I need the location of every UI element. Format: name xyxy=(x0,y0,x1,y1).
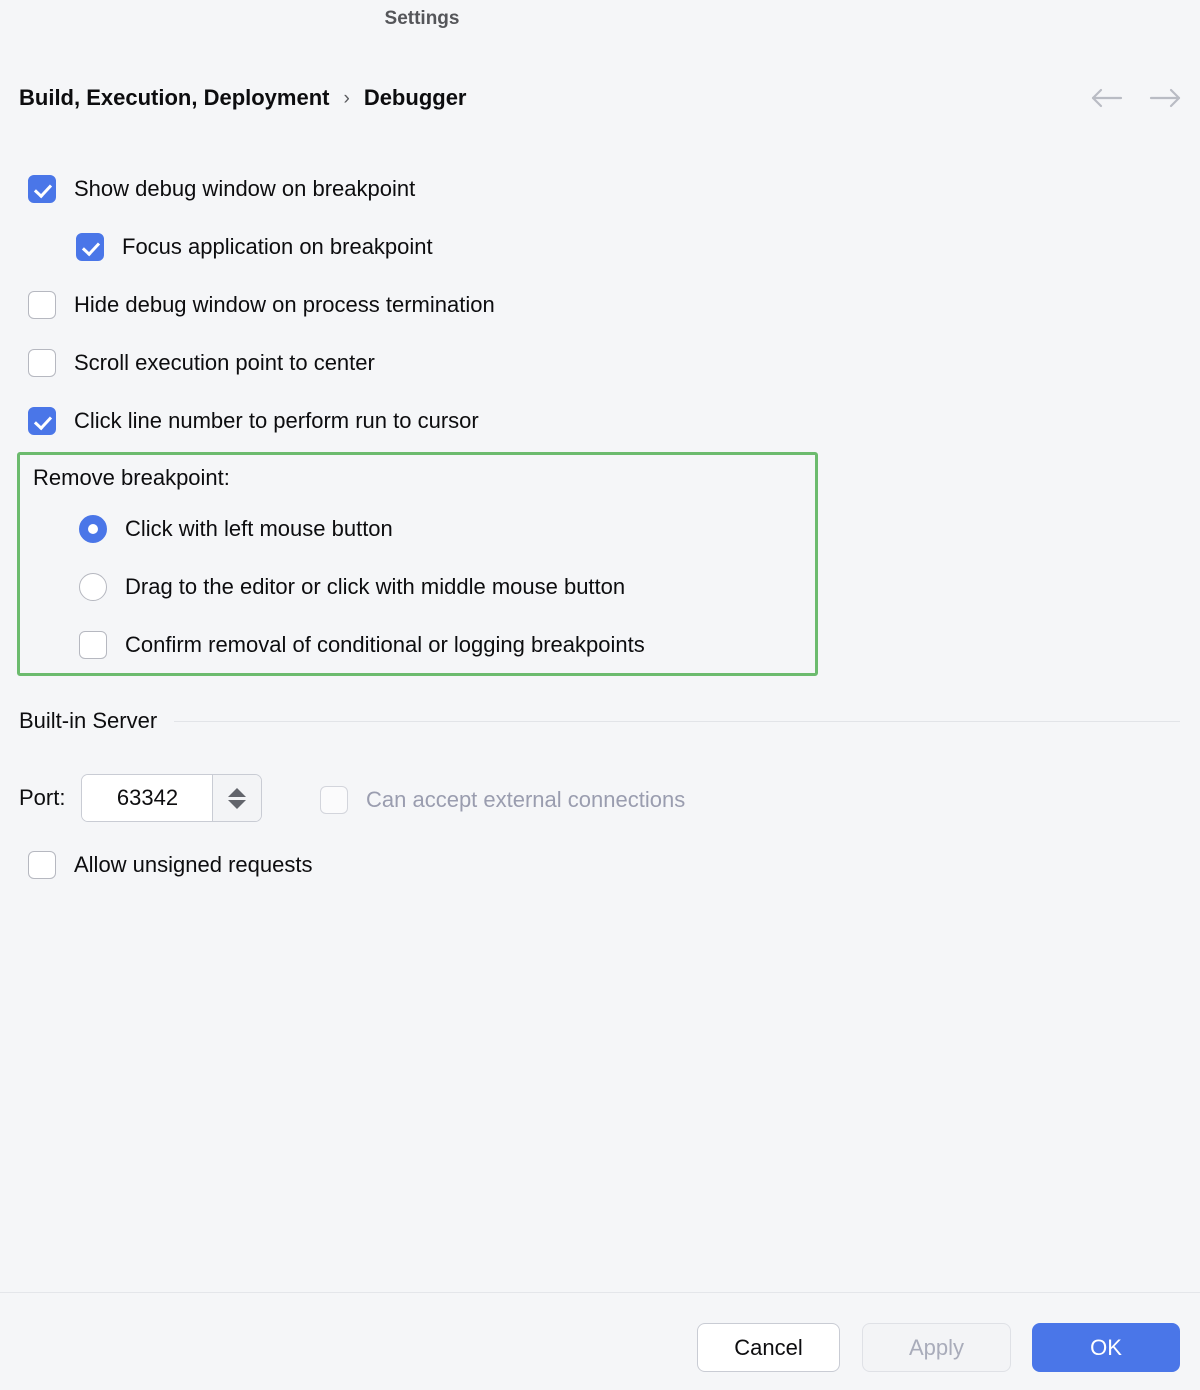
radio-row-drag-or-middle-button[interactable]: Drag to the editor or click with middle … xyxy=(79,573,625,601)
radio-left-mouse-button[interactable] xyxy=(79,515,107,543)
external-connections-row: Can accept external connections xyxy=(320,786,685,814)
port-input[interactable]: 63342 xyxy=(82,775,213,821)
port-stepper-buttons[interactable] xyxy=(212,775,262,821)
apply-button[interactable]: Apply xyxy=(862,1323,1011,1372)
breadcrumb-separator-icon: › xyxy=(343,88,350,109)
option-row-show-debug-window[interactable]: Show debug window on breakpoint xyxy=(0,160,1200,218)
option-row-scroll-execution-point[interactable]: Scroll execution point to center xyxy=(0,334,1200,392)
radio-drag-or-middle-button[interactable] xyxy=(79,573,107,601)
dialog-footer: Cancel Apply OK xyxy=(0,1293,1200,1390)
checkbox-focus-application[interactable] xyxy=(76,233,104,261)
option-row-click-line-number[interactable]: Click line number to perform run to curs… xyxy=(0,392,1200,450)
breadcrumb-root[interactable]: Build, Execution, Deployment xyxy=(19,85,329,111)
triangle-up-icon[interactable] xyxy=(228,787,247,797)
breadcrumb-row: Build, Execution, Deployment › Debugger xyxy=(0,78,1200,118)
option-row-focus-application[interactable]: Focus application on breakpoint xyxy=(0,218,1200,276)
option-label-focus-application: Focus application on breakpoint xyxy=(122,234,433,259)
checkbox-can-accept-external-connections xyxy=(320,786,348,814)
checkbox-row-confirm-removal[interactable]: Confirm removal of conditional or loggin… xyxy=(79,631,645,659)
allow-unsigned-requests-row[interactable]: Allow unsigned requests xyxy=(28,851,312,879)
builtin-server-header: Built-in Server xyxy=(0,708,1200,734)
debugger-options-list: Show debug window on breakpoint Focus ap… xyxy=(0,160,1200,450)
triangle-down-icon[interactable] xyxy=(228,799,247,809)
builtin-server-title: Built-in Server xyxy=(19,708,158,733)
arrow-left-icon[interactable] xyxy=(1090,85,1124,111)
port-stepper[interactable]: 63342 xyxy=(81,774,263,822)
cancel-button[interactable]: Cancel xyxy=(697,1323,840,1372)
checkbox-show-debug-window[interactable] xyxy=(28,175,56,203)
breadcrumb-leaf: Debugger xyxy=(363,85,467,110)
port-row: Port: 63342 xyxy=(19,774,263,822)
dialog-titlebar: Settings xyxy=(0,0,1200,44)
checkbox-label-confirm-removal: Confirm removal of conditional or loggin… xyxy=(125,632,645,657)
section-divider xyxy=(174,720,1180,722)
label-can-accept-external-connections: Can accept external connections xyxy=(366,787,686,812)
label-allow-unsigned-requests: Allow unsigned requests xyxy=(74,852,313,877)
checkbox-click-line-number[interactable] xyxy=(28,407,56,435)
port-label: Port: xyxy=(19,785,66,810)
ok-button[interactable]: OK xyxy=(1032,1323,1180,1372)
option-label-click-line-number: Click line number to perform run to curs… xyxy=(74,408,479,433)
radio-row-left-mouse-button[interactable]: Click with left mouse button xyxy=(79,515,393,543)
radio-label-left-mouse-button: Click with left mouse button xyxy=(125,516,393,541)
option-label-show-debug-window: Show debug window on breakpoint xyxy=(74,176,416,201)
remove-breakpoint-caption: Remove breakpoint: xyxy=(33,465,230,490)
arrow-right-icon[interactable] xyxy=(1148,85,1182,111)
option-row-hide-debug-window[interactable]: Hide debug window on process termination xyxy=(0,276,1200,334)
option-label-hide-debug-window: Hide debug window on process termination xyxy=(74,292,495,317)
builtin-server-section: Built-in Server Port: 63342 Can accept e… xyxy=(0,708,1200,879)
checkbox-hide-debug-window[interactable] xyxy=(28,291,56,319)
navigation-arrows xyxy=(1090,85,1182,111)
remove-breakpoint-group: Remove breakpoint: Click with left mouse… xyxy=(17,452,818,676)
breadcrumb: Build, Execution, Deployment › Debugger xyxy=(19,85,467,111)
checkbox-allow-unsigned-requests[interactable] xyxy=(28,851,56,879)
checkbox-scroll-execution-point[interactable] xyxy=(28,349,56,377)
checkbox-confirm-removal[interactable] xyxy=(79,631,107,659)
dialog-title: Settings xyxy=(384,8,460,29)
option-label-scroll-execution-point: Scroll execution point to center xyxy=(74,350,375,375)
radio-label-drag-or-middle-button: Drag to the editor or click with middle … xyxy=(125,574,626,599)
